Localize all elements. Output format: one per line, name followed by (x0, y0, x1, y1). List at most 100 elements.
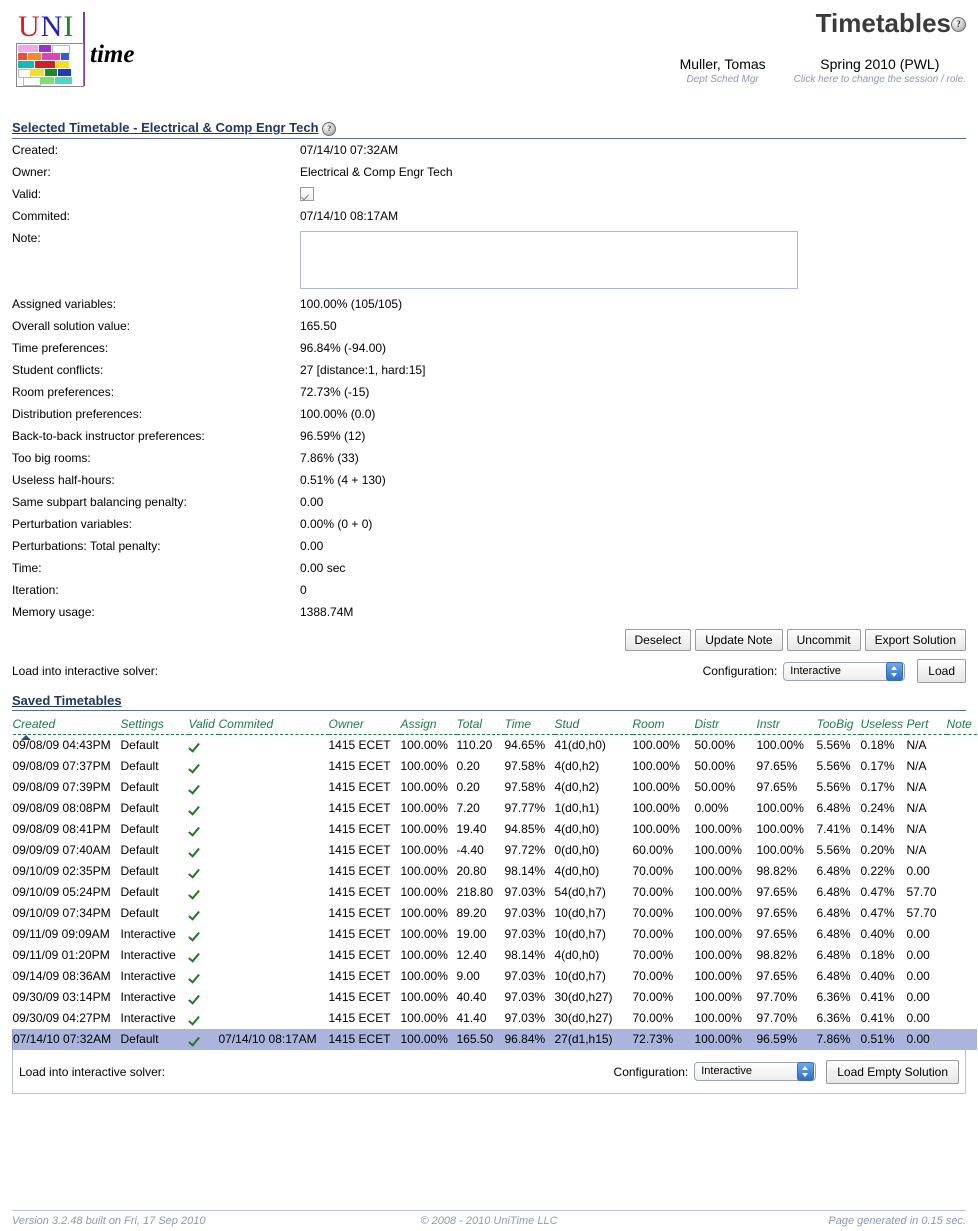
table-row[interactable]: 09/08/09 08:41PM Default 1415 ECET 100.00% 1… (13, 819, 977, 840)
cell-useless: 0.24% (860, 801, 895, 816)
note-textarea[interactable] (300, 231, 798, 290)
table-row[interactable]: 09/30/09 03:14PM Interactive 1415 ECET 100.… (13, 987, 977, 1008)
cell-distr: 100.00% (694, 885, 742, 900)
detail-row: Memory usage: 1388.74M (12, 601, 966, 623)
top-load-button[interactable]: Load (917, 659, 966, 684)
saved-col-header-pert[interactable]: Pert (906, 715, 947, 736)
saved-col-header-stud[interactable]: Stud (554, 715, 633, 736)
chevron-updown-icon[interactable] (797, 1062, 815, 1082)
cell-settings: Interactive (120, 1011, 176, 1026)
table-row[interactable]: 09/08/09 07:39PM Default 1415 ECET 100.00% 0… (13, 777, 977, 798)
bottom-load-button[interactable]: Load Empty Solution (826, 1059, 959, 1084)
cell-stud: 27(d1,h15) (554, 1029, 633, 1051)
saved-col-header-created[interactable]: Created (12, 715, 121, 741)
cell-room: 100.00% (632, 759, 680, 774)
table-row[interactable]: 09/10/09 05:24PM Default 1415 ECET 100.00% 2… (13, 882, 977, 903)
selected-help-icon[interactable]: ? (322, 121, 337, 136)
table-row[interactable]: 09/09/09 07:40AM Default 1415 ECET 100.00% -… (13, 840, 977, 861)
saved-col-header-commited[interactable]: Commited (218, 715, 329, 736)
table-row[interactable]: 09/10/09 02:35PM Default 1415 ECET 100.00% 2… (13, 861, 977, 882)
cell-room: 70.00% (632, 990, 674, 1005)
detail-row: Commited: 07/14/10 08:17AM (12, 205, 966, 227)
cell-created: 09/08/09 08:08PM (12, 801, 111, 816)
saved-col-header-valid[interactable]: Valid (188, 715, 219, 736)
cell-assign: 100.00% (400, 822, 448, 837)
cell-useless: 0.51% (860, 1029, 907, 1051)
top-loader-label: Load into interactive solver: (12, 664, 159, 679)
table-row[interactable]: 09/08/09 04:43PM Default 1415 ECET 100.00% 1… (13, 735, 977, 757)
valid-checkbox[interactable] (300, 187, 314, 202)
help-icon[interactable]: ? (951, 17, 966, 32)
table-row[interactable]: 09/11/09 09:09AM Interactive 1415 ECET 100.… (13, 924, 977, 945)
uncommit-button[interactable]: Uncommit (786, 629, 861, 652)
valid-cell (189, 840, 219, 861)
saved-col-header-instr[interactable]: Instr (756, 715, 817, 736)
cell-assign: 100.00% (400, 780, 448, 795)
saved-col-header-total[interactable]: Total (456, 715, 505, 736)
cell-pert: N/A (906, 780, 927, 795)
update-note-button[interactable]: Update Note (695, 629, 783, 652)
cell-owner: 1415 ECET (328, 822, 391, 837)
saved-col-header-owner[interactable]: Owner (328, 715, 401, 736)
cell-stud: 4(d0,h0) (554, 864, 600, 879)
saved-col-header-settings[interactable]: Settings (120, 715, 189, 736)
check-icon (189, 1034, 202, 1047)
table-row[interactable]: 07/14/10 07:32AM Default 07/14/10 08:17AM 1… (12, 1029, 977, 1051)
saved-col-header-useless[interactable]: Useless (860, 715, 907, 736)
user-block[interactable]: Muller, Tomas Dept Sched Mgr (680, 56, 766, 86)
saved-col-header-time[interactable]: Time (504, 715, 555, 736)
cell-room: 70.00% (632, 969, 674, 984)
session-block[interactable]: Spring 2010 (PWL) Click here to change t… (794, 56, 966, 86)
cell-settings: Default (120, 885, 159, 900)
chevron-updown-icon[interactable] (886, 661, 904, 681)
cell-commited (219, 966, 329, 987)
table-row[interactable]: 09/14/09 08:36AM Interactive 1415 ECET 100.… (13, 966, 977, 987)
check-icon (189, 992, 202, 1005)
sort-ascending-icon (20, 735, 31, 741)
bottom-configuration-select[interactable]: Interactive (694, 1062, 817, 1082)
top-configuration-select[interactable]: Interactive (783, 661, 906, 681)
cell-time: 97.03% (504, 885, 546, 900)
saved-col-header-note[interactable]: Note (946, 715, 977, 736)
cell-settings: Interactive (120, 990, 176, 1005)
cell-toobig: 5.56% (816, 780, 851, 795)
cell-settings: Default (120, 1029, 189, 1051)
user-session-block: Muller, Tomas Dept Sched Mgr Spring 2010… (680, 56, 966, 86)
cell-pert: 0.00 (906, 969, 930, 984)
detail-value: 0.51% (4 + 130) (300, 473, 386, 488)
deselect-button[interactable]: Deselect (624, 629, 692, 652)
cell-distr: 50.00% (694, 759, 736, 774)
saved-col-header-assign[interactable]: Assign (400, 715, 457, 736)
cell-stud: 10(d0,h7) (554, 969, 606, 984)
cell-useless: 0.47% (860, 885, 895, 900)
cell-settings: Default (120, 843, 159, 858)
table-row[interactable]: 09/30/09 04:27PM Interactive 1415 ECET 100.… (13, 1008, 977, 1029)
valid-checkbox-cell (300, 183, 966, 206)
table-row[interactable]: 09/08/09 07:37PM Default 1415 ECET 100.00% 0… (13, 756, 977, 777)
selected-timetable-title-text: Selected Timetable - Electrical & Comp E… (12, 120, 319, 135)
cell-settings: Default (120, 780, 159, 795)
saved-col-header-distr[interactable]: Distr (694, 715, 757, 736)
table-row[interactable]: 09/08/09 08:08PM Default 1415 ECET 100.00% 7… (13, 798, 977, 819)
cell-settings: Default (120, 759, 159, 774)
cell-instr: 97.65% (756, 780, 798, 795)
cell-note (947, 903, 977, 924)
cell-room: 70.00% (632, 864, 674, 879)
detail-row: Perturbations: Total penalty: 0.00 (12, 535, 966, 557)
title-block: Timetables? (816, 8, 966, 38)
cell-toobig: 6.48% (816, 906, 851, 921)
table-row[interactable]: 09/11/09 01:20PM Interactive 1415 ECET 100.… (13, 945, 977, 966)
export-solution-button[interactable]: Export Solution (864, 629, 966, 652)
top-loader-row: Load into interactive solver: Configurat… (12, 659, 966, 684)
cell-time: 97.58% (504, 780, 546, 795)
saved-col-header-room[interactable]: Room (632, 715, 695, 736)
cell-toobig: 6.48% (816, 801, 851, 816)
saved-col-header-toobig[interactable]: TooBig (816, 715, 861, 736)
cell-note (947, 840, 977, 861)
check-icon (189, 761, 202, 774)
cell-toobig: 6.36% (816, 990, 851, 1005)
session-change-hint[interactable]: Click here to change the session / role. (794, 73, 966, 86)
cell-created: 09/08/09 07:37PM (12, 759, 111, 774)
table-row[interactable]: 09/10/09 07:34PM Default 1415 ECET 100.00% 8… (13, 903, 977, 924)
valid-cell (189, 861, 219, 882)
